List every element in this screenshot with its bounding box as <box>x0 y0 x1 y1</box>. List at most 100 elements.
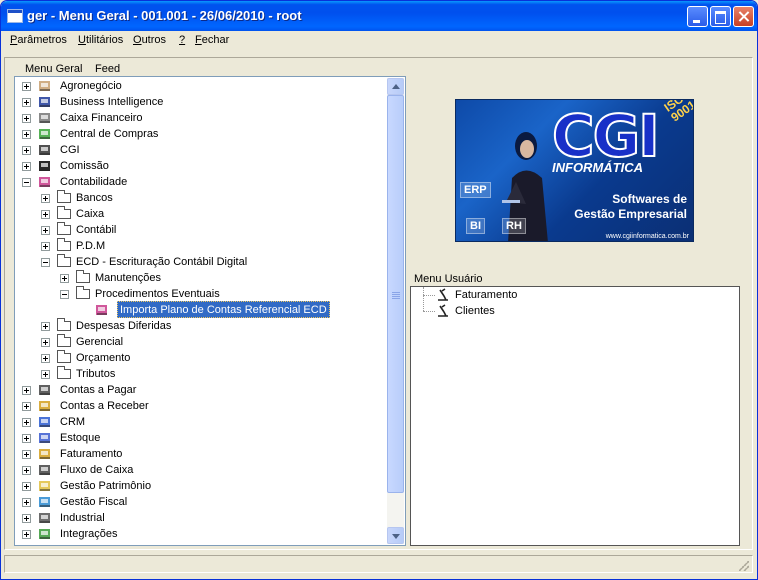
menu-tree[interactable]: Agronegócio Business Intelligence Caixa Fi… <box>14 76 406 546</box>
tree-item-label: Importa Plano de Contas Referencial ECD <box>117 301 330 318</box>
tree-item-label: Business Intelligence <box>60 96 164 108</box>
expand-icon[interactable] <box>41 338 50 347</box>
tree-item-label: Tributos <box>76 368 116 380</box>
tree-item-label: Fluxo de Caixa <box>60 464 134 476</box>
expand-icon[interactable] <box>22 434 31 443</box>
tree-item-despesas-diferidas[interactable]: Despesas Diferidas <box>15 318 387 334</box>
expand-icon[interactable] <box>22 450 31 459</box>
tree-item-contabil[interactable]: Contábil <box>15 222 387 238</box>
tree-item-contas-a-pagar[interactable]: Contas a Pagar <box>15 382 387 398</box>
tree-item-agronegocio[interactable]: Agronegócio <box>15 78 387 94</box>
expand-icon[interactable] <box>22 82 31 91</box>
collapse-icon[interactable] <box>22 178 31 187</box>
tree-item-label: Bancos <box>76 192 113 204</box>
collapse-icon[interactable] <box>41 258 50 267</box>
tree-item-p-d-m[interactable]: P.D.M <box>15 238 387 254</box>
folder-icon <box>76 270 90 283</box>
tree-item-label: Contábil <box>76 224 117 236</box>
tree-item-central-de-compras[interactable]: Central de Compras <box>15 126 387 142</box>
expand-icon[interactable] <box>41 354 50 363</box>
expand-icon[interactable] <box>41 210 50 219</box>
tab-menu-geral[interactable]: Menu Geral <box>25 63 82 75</box>
tree-item-comissao[interactable]: Comissão <box>15 158 387 174</box>
tree-item-fluxo-de-caixa[interactable]: Fluxo de Caixa <box>15 462 387 478</box>
microscope-icon <box>438 288 448 301</box>
expand-icon[interactable] <box>22 146 31 155</box>
tree-item-label: Manutenções <box>95 272 162 284</box>
user-menu-tree[interactable]: Faturamento Clientes <box>410 286 740 546</box>
tree-item-tributos[interactable]: Tributos <box>15 366 387 382</box>
tree-item-crm[interactable]: CRM <box>15 414 387 430</box>
expand-icon[interactable] <box>22 98 31 107</box>
scroll-thumb[interactable] <box>387 95 404 493</box>
expand-icon[interactable] <box>22 418 31 427</box>
expand-icon[interactable] <box>22 514 31 523</box>
erp-tag: ERP <box>460 182 491 198</box>
expand-icon[interactable] <box>22 482 31 491</box>
tree-item-label: Contabilidade <box>60 176 128 188</box>
folder-icon <box>57 254 71 267</box>
collapse-icon[interactable] <box>60 290 69 299</box>
menu-outros[interactable]: Outros <box>133 34 166 46</box>
app-window-icon[interactable] <box>7 9 23 23</box>
expand-icon[interactable] <box>22 402 31 411</box>
expand-icon[interactable] <box>41 370 50 379</box>
tree-item-caixa-financeiro[interactable]: Caixa Financeiro <box>15 110 387 126</box>
menu-bar: Parâmetros Utilitários Outros ? Fechar <box>1 31 757 51</box>
microscope-icon <box>438 304 448 317</box>
tree-item-gestao-patrimonio[interactable]: Gestão Patrimônio <box>15 478 387 494</box>
accounting-icon <box>37 175 53 189</box>
expand-icon[interactable] <box>22 498 31 507</box>
title-bar[interactable]: ger - Menu Geral - 001.001 - 26/06/2010 … <box>1 1 757 31</box>
scroll-up-button[interactable] <box>387 78 404 95</box>
user-menu-label: Menu Usuário <box>414 273 483 285</box>
cashflow-icon <box>37 463 53 477</box>
tree-item-gerencial[interactable]: Gerencial <box>15 334 387 350</box>
menu-fechar[interactable]: Fechar <box>195 34 229 46</box>
tree-item-estoque[interactable]: Estoque <box>15 430 387 446</box>
tree-item-procedimentos-eventuais[interactable]: Procedimentos Eventuais <box>15 286 387 302</box>
menu-utilitarios[interactable]: Utilitários <box>78 34 123 46</box>
tree-item-cgi[interactable]: CGI <box>15 142 387 158</box>
expand-icon[interactable] <box>22 162 31 171</box>
expand-icon[interactable] <box>41 242 50 251</box>
expand-icon[interactable] <box>22 114 31 123</box>
tree-item-contabilidade[interactable]: Contabilidade <box>15 174 387 190</box>
tree-item-bancos[interactable]: Bancos <box>15 190 387 206</box>
tree-item-manutencoes[interactable]: Manutenções <box>15 270 387 286</box>
menu-parametros[interactable]: Parâmetros <box>10 34 67 46</box>
tree-item-integracoes[interactable]: Integrações <box>15 526 387 542</box>
tree-item-label: Gestão Patrimônio <box>60 480 152 492</box>
close-button[interactable] <box>733 6 754 27</box>
expand-icon[interactable] <box>22 530 31 539</box>
tree-item-industrial[interactable]: Industrial <box>15 510 387 526</box>
expand-icon[interactable] <box>60 274 69 283</box>
rh-tag: RH <box>502 218 526 234</box>
tree-item-gestao-fiscal[interactable]: Gestão Fiscal <box>15 494 387 510</box>
expand-icon[interactable] <box>41 322 50 331</box>
expand-icon[interactable] <box>22 130 31 139</box>
tree-item-contas-a-receber[interactable]: Contas a Receber <box>15 398 387 414</box>
tree-item-label: P.D.M <box>76 240 106 252</box>
tree-item-ecd-escrituracao-contabil-digital[interactable]: ECD - Escrituração Contábil Digital <box>15 254 387 270</box>
tree-item-label: Contas a Pagar <box>60 384 137 396</box>
resize-grip[interactable] <box>739 561 749 571</box>
scroll-down-button[interactable] <box>387 527 404 544</box>
agro-icon <box>37 79 53 93</box>
expand-icon[interactable] <box>22 466 31 475</box>
maximize-button[interactable] <box>710 6 731 27</box>
tree-item-business-intelligence[interactable]: Business Intelligence <box>15 94 387 110</box>
tab-feed[interactable]: Feed <box>95 63 120 75</box>
minimize-button[interactable] <box>687 6 708 27</box>
expand-icon[interactable] <box>22 386 31 395</box>
tree-item-importa-plano-de-contas-referencial-ecd[interactable]: Importa Plano de Contas Referencial ECD <box>15 301 387 318</box>
menu-help[interactable]: ? <box>179 34 185 46</box>
tree-scrollbar[interactable] <box>387 78 404 544</box>
expand-icon[interactable] <box>41 226 50 235</box>
tree-item-caixa[interactable]: Caixa <box>15 206 387 222</box>
tree-item-label: Integrações <box>60 528 118 540</box>
tree-item-orcamento[interactable]: Orçamento <box>15 350 387 366</box>
logo-subtitle: INFORMÁTICA <box>552 160 643 175</box>
tree-item-faturamento[interactable]: Faturamento <box>15 446 387 462</box>
expand-icon[interactable] <box>41 194 50 203</box>
